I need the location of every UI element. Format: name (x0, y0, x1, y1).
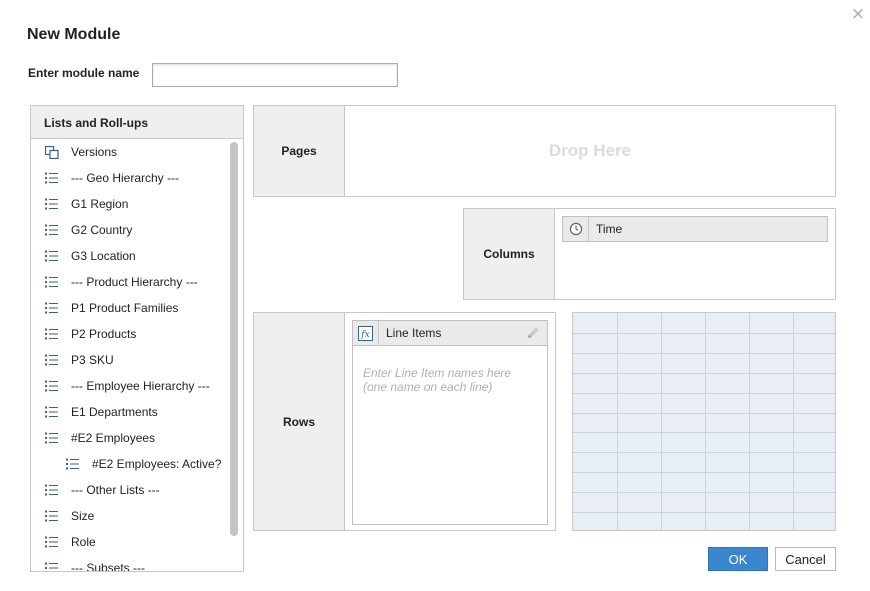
list-item[interactable]: E1 Departments (31, 399, 243, 425)
versions-icon (44, 145, 59, 160)
pages-label: Pages (254, 106, 345, 196)
cancel-button[interactable]: Cancel (775, 547, 836, 571)
list-item[interactable]: --- Product Hierarchy --- (31, 269, 243, 295)
list-item-label: P2 Products (71, 327, 137, 341)
list-item[interactable]: #E2 Employees (31, 425, 243, 451)
list-icon (45, 302, 59, 314)
list-item-label: P3 SKU (71, 353, 114, 367)
svg-text:fx: fx (360, 330, 369, 340)
list-item-label: Versions (71, 145, 118, 159)
list-icon (45, 536, 59, 548)
list-item[interactable]: P3 SKU (31, 347, 243, 373)
list-item-label: --- Subsets --- (71, 561, 146, 571)
columns-zone[interactable]: Columns Time (463, 208, 836, 300)
grid-preview-lines (573, 313, 835, 530)
list-item[interactable]: G1 Region (31, 191, 243, 217)
pencil-icon[interactable] (525, 325, 541, 341)
list-item[interactable]: G3 Location (31, 243, 243, 269)
column-dimension-time[interactable]: Time (562, 216, 828, 242)
list-item[interactable]: Versions (31, 139, 243, 165)
lists-panel-body: Versions --- Geo Hierarchy --- G1 Region G2… (31, 139, 243, 571)
list-icon (45, 276, 59, 288)
line-items-box: fx Line Items (352, 320, 548, 525)
list-item-label: --- Employee Hierarchy --- (71, 379, 210, 393)
list-icon (45, 224, 59, 236)
list-icon (45, 562, 59, 571)
grid-preview (572, 312, 836, 531)
dialog-title: New Module (27, 26, 121, 43)
list-item[interactable]: P1 Product Families (31, 295, 243, 321)
module-name-label: Enter module name (28, 66, 140, 80)
list-icon (45, 198, 59, 210)
line-items-label: Line Items (386, 326, 442, 340)
list-item-label: --- Other Lists --- (71, 483, 160, 497)
close-icon[interactable]: × (850, 5, 866, 23)
column-dimension-label: Time (596, 222, 623, 236)
list-icon (45, 432, 59, 444)
list-icon (45, 250, 59, 262)
list-item[interactable]: Role (31, 529, 243, 555)
fx-icon: fx (353, 321, 379, 345)
list-item-label: #E2 Employees (71, 431, 156, 445)
list-icon (45, 510, 59, 522)
list-item-label: G1 Region (71, 197, 129, 211)
list-item-label: G2 Country (71, 223, 133, 237)
list-item-label: E1 Departments (71, 405, 158, 419)
rows-label: Rows (254, 313, 345, 530)
subset-icon (66, 458, 80, 470)
lists-panel-header: Lists and Roll-ups (31, 106, 243, 139)
list-item-label: --- Geo Hierarchy --- (71, 171, 180, 185)
list-icon (45, 172, 59, 184)
line-items-dimension[interactable]: fx Line Items (352, 320, 548, 346)
pages-drop-target[interactable]: Drop Here (345, 106, 835, 196)
list-item[interactable]: #E2 Employees: Active? (31, 451, 243, 477)
list-item[interactable]: --- Employee Hierarchy --- (31, 373, 243, 399)
columns-label: Columns (464, 209, 555, 299)
list-icon (45, 380, 59, 392)
lists-scrollbar[interactable] (230, 142, 238, 536)
list-icon (45, 328, 59, 340)
list-item-label: G3 Location (71, 249, 136, 263)
list-icon (45, 406, 59, 418)
list-item-label: --- Product Hierarchy --- (71, 275, 198, 289)
line-items-textarea[interactable] (363, 366, 539, 506)
list-item[interactable]: --- Other Lists --- (31, 477, 243, 503)
lists-panel: Lists and Roll-ups Versions --- Geo Hiera… (30, 105, 244, 572)
list-item-label: #E2 Employees: Active? (92, 457, 222, 471)
list-item-label: Size (71, 509, 95, 523)
ok-button[interactable]: OK (708, 547, 768, 571)
list-item-label: P1 Product Families (71, 301, 179, 315)
clock-icon (563, 217, 589, 241)
list-item[interactable]: P2 Products (31, 321, 243, 347)
list-icon (45, 484, 59, 496)
list-item[interactable]: Size (31, 503, 243, 529)
list-icon (45, 354, 59, 366)
list-item-label: Role (71, 535, 96, 549)
list-item[interactable]: --- Subsets --- (31, 555, 243, 571)
list-item[interactable]: --- Geo Hierarchy --- (31, 165, 243, 191)
module-name-input[interactable] (152, 63, 398, 87)
pages-zone[interactable]: Pages Drop Here (253, 105, 836, 197)
list-item[interactable]: G2 Country (31, 217, 243, 243)
